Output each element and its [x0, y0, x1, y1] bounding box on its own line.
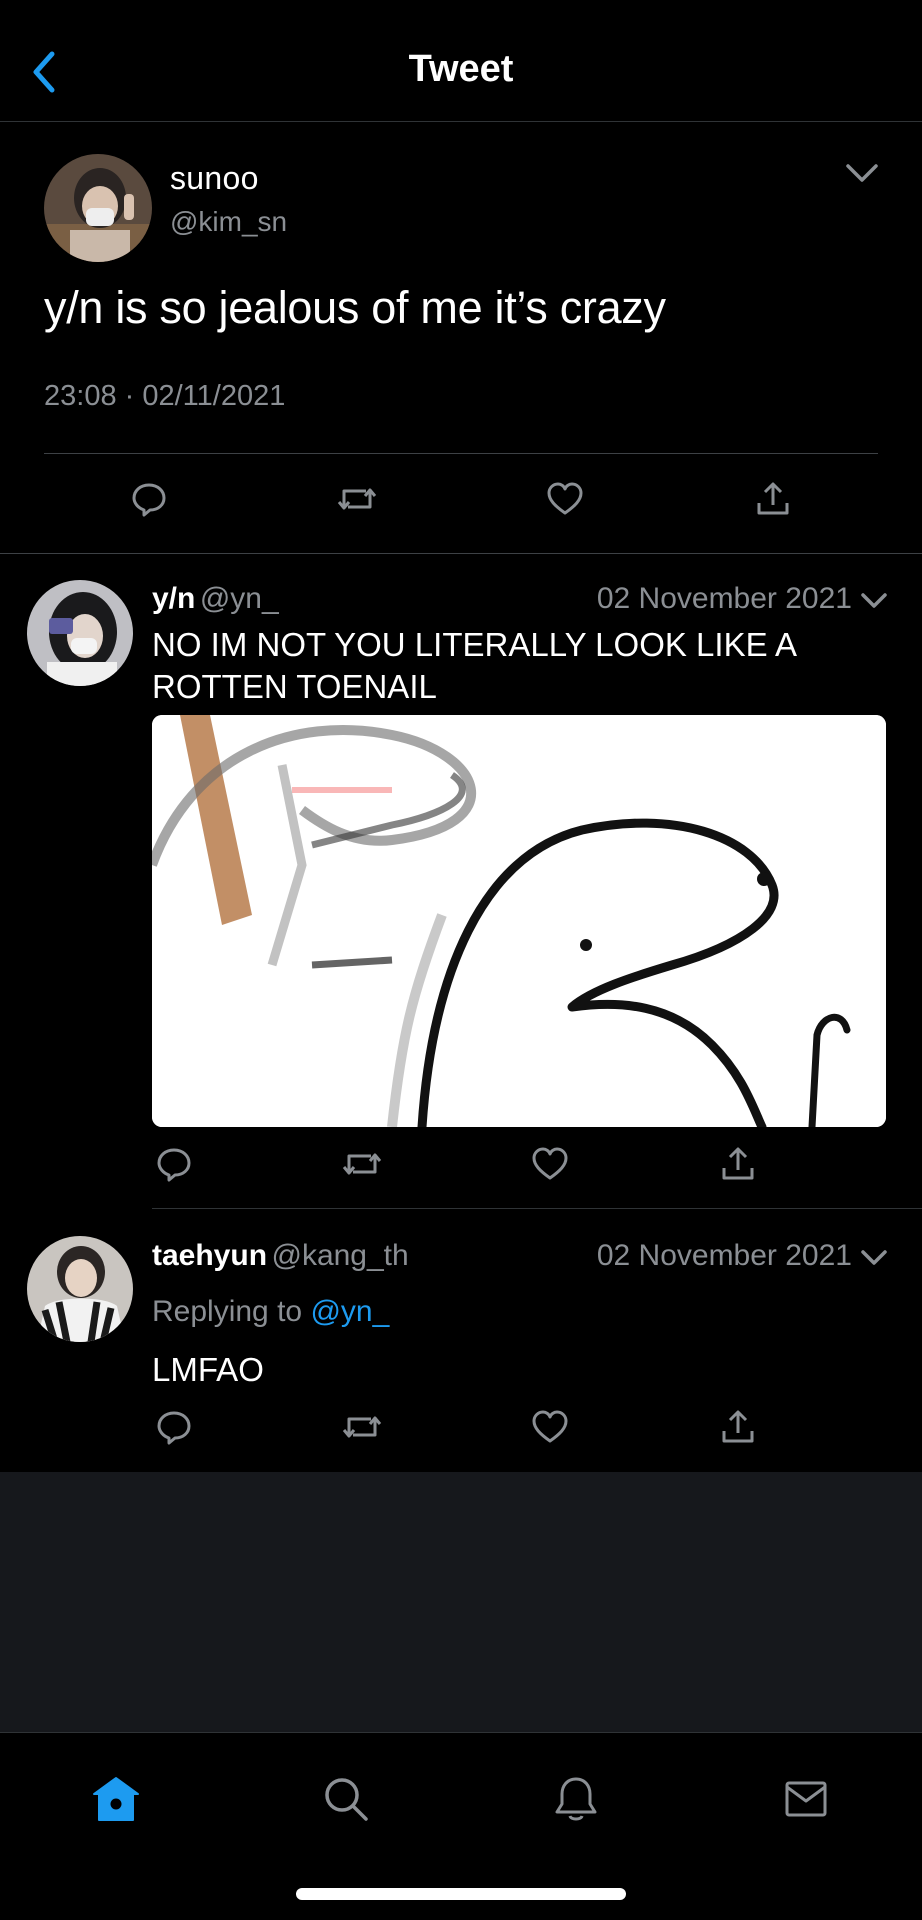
chevron-down-icon — [861, 1250, 887, 1265]
reply-button[interactable] — [152, 1142, 196, 1186]
reply-author: y/n @yn_ — [152, 582, 279, 616]
messages-icon — [785, 1781, 827, 1817]
author-name[interactable]: taehyun — [152, 1239, 267, 1272]
main-tweet: sunoo @kim_sn y/n is so jealous of me it… — [0, 122, 922, 554]
tab-messages[interactable] — [778, 1771, 834, 1827]
share-icon — [722, 1147, 754, 1180]
avatar[interactable] — [27, 1236, 133, 1342]
reply-button[interactable] — [127, 477, 171, 521]
reply-author: taehyun @kang_th — [152, 1239, 409, 1273]
share-icon — [722, 1410, 754, 1443]
tweet-menu-button[interactable] — [858, 588, 890, 614]
divider — [44, 453, 878, 454]
retweet-icon — [337, 488, 377, 510]
tweet-timestamp: 23:08 · 02/11/2021 — [44, 380, 286, 412]
share-button[interactable] — [716, 1142, 760, 1186]
tweet-text-line: NO IM NOT YOU LITERALLY LOOK LIKE A — [152, 626, 797, 663]
nav-header: Tweet — [0, 0, 922, 122]
author-handle[interactable]: @kim_sn — [170, 206, 287, 238]
tweet-date: 02 November 2021 — [596, 582, 852, 615]
tweet-text: y/n is so jealous of me it’s crazy — [44, 282, 666, 333]
tweet-actions — [0, 1405, 922, 1455]
search-icon — [325, 1778, 368, 1821]
home-indicator[interactable] — [296, 1888, 626, 1900]
tab-notifications[interactable] — [548, 1771, 604, 1827]
author-name[interactable]: sunoo — [170, 160, 259, 197]
author-handle[interactable]: @kang_th — [271, 1239, 408, 1272]
like-button[interactable] — [528, 1142, 572, 1186]
tweet-date: 02 November 2021 — [596, 1239, 852, 1272]
reply-button[interactable] — [152, 1405, 196, 1449]
tweet-actions — [0, 477, 922, 527]
like-button[interactable] — [528, 1405, 572, 1449]
tweet-media-image[interactable] — [152, 715, 886, 1127]
author-handle[interactable]: @yn_ — [200, 582, 279, 615]
replying-to-label: Replying to — [152, 1295, 303, 1328]
page-title: Tweet — [408, 48, 514, 90]
tweet-menu-button[interactable] — [840, 156, 884, 192]
empty-area — [0, 1472, 922, 1732]
tab-search[interactable] — [318, 1771, 374, 1827]
avatar[interactable] — [27, 580, 133, 686]
like-icon — [547, 482, 583, 515]
tweet-menu-button[interactable] — [858, 1245, 890, 1271]
chevron-down-icon — [846, 164, 878, 182]
reply-icon — [157, 1148, 191, 1182]
retweet-button[interactable] — [340, 1405, 384, 1449]
reply-icon — [132, 483, 166, 517]
like-icon — [532, 1147, 568, 1180]
replying-to: Replying to @yn_ — [152, 1295, 389, 1329]
retweet-button[interactable] — [335, 477, 379, 521]
chevron-down-icon — [861, 593, 887, 608]
replying-to-mention[interactable]: @yn_ — [310, 1295, 389, 1328]
tweet-text: NO IM NOT YOU LITERALLY LOOK LIKE A ROTT… — [152, 624, 797, 708]
retweet-icon — [342, 1153, 382, 1175]
author-name[interactable]: y/n — [152, 582, 195, 615]
share-icon — [757, 482, 789, 515]
reply-icon — [157, 1411, 191, 1445]
reply-tweet[interactable]: taehyun @kang_th 02 November 2021 Replyi… — [0, 1209, 922, 1472]
home-icon — [93, 1777, 139, 1821]
tweet-actions — [0, 1142, 922, 1192]
notifications-icon — [555, 1777, 597, 1821]
like-button[interactable] — [543, 477, 587, 521]
tab-home[interactable] — [88, 1771, 144, 1827]
share-button[interactable] — [716, 1405, 760, 1449]
like-icon — [532, 1410, 568, 1443]
avatar[interactable] — [44, 154, 152, 262]
retweet-button[interactable] — [340, 1142, 384, 1186]
tweet-text-line: ROTTEN TOENAIL — [152, 668, 437, 705]
tweet-text: LMFAO — [152, 1351, 264, 1388]
retweet-icon — [342, 1416, 382, 1438]
share-button[interactable] — [751, 477, 795, 521]
